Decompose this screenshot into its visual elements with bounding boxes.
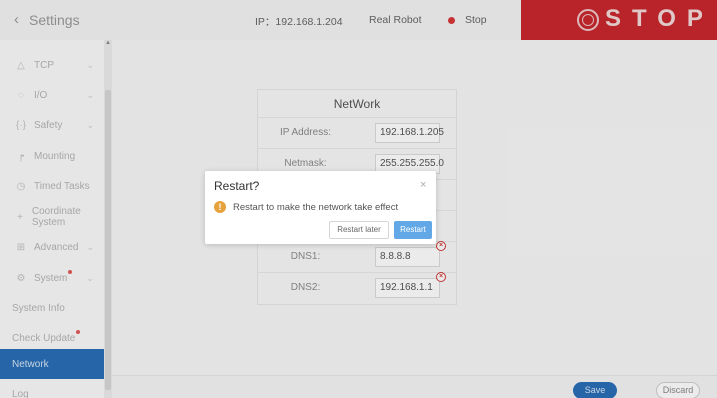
close-icon[interactable]: × <box>420 179 426 191</box>
restart-later-button[interactable]: Restart later <box>329 221 389 239</box>
dialog-message: Restart to make the network take effect <box>233 202 399 213</box>
restart-dialog: Restart? × ! Restart to make the network… <box>205 171 436 244</box>
dialog-title: Restart? <box>214 179 260 193</box>
restart-button[interactable]: Restart <box>394 221 432 239</box>
warning-icon: ! <box>214 201 226 213</box>
